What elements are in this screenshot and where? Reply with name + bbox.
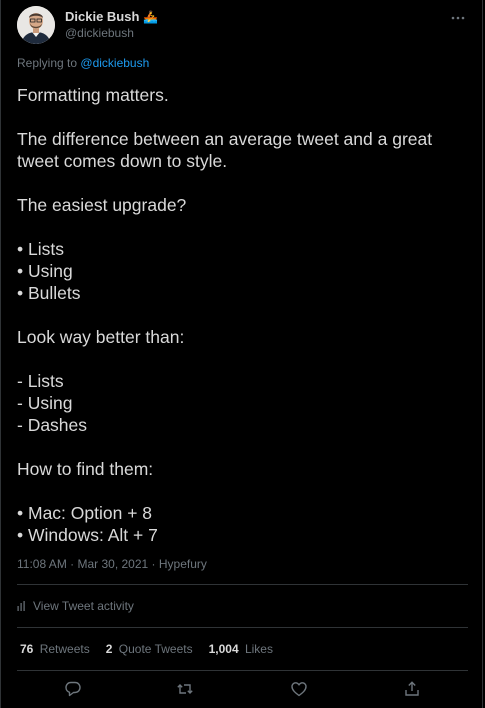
replying-to-label: Replying to	[17, 56, 78, 70]
display-name[interactable]: Dickie Bush 🚣	[65, 9, 158, 25]
tweet-line: The difference between an average tweet …	[17, 129, 433, 149]
quote-tweets-stat[interactable]: 2 Quote Tweets	[106, 642, 193, 656]
tweet-line: - Dashes	[17, 415, 88, 435]
analytics-icon	[17, 601, 25, 611]
replying-to-link[interactable]: @dickiebush	[80, 56, 149, 70]
view-tweet-activity[interactable]: View Tweet activity	[17, 599, 134, 613]
retweets-stat[interactable]: 76 Retweets	[20, 642, 90, 656]
view-tweet-activity-label[interactable]: View Tweet activity	[33, 599, 134, 613]
avatar[interactable]	[17, 6, 55, 44]
retweets-label: Retweets	[39, 642, 90, 656]
tweet-line: - Lists	[17, 371, 64, 391]
more-options-icon[interactable]	[450, 10, 466, 20]
tweet-actions	[17, 680, 468, 700]
tweet-line: Look way better than:	[17, 327, 185, 347]
tweet-text: Formatting matters. The difference betwee…	[17, 84, 472, 546]
divider	[17, 670, 468, 671]
like-heart-icon[interactable]	[290, 680, 308, 698]
likes-count: 1,004	[208, 642, 239, 656]
likes-label: Likes	[244, 642, 273, 656]
quote-tweets-label: Quote Tweets	[118, 642, 193, 656]
tweet-header: Dickie Bush 🚣 @dickiebush	[17, 6, 472, 46]
rowing-emoji-icon: 🚣	[143, 10, 159, 24]
user-handle[interactable]: @dickiebush	[65, 25, 158, 41]
tweet-line: • Windows: Alt + 7	[17, 525, 158, 545]
retweets-count: 76	[20, 642, 34, 656]
tweet-line: • Using	[17, 261, 73, 281]
tweet-line: - Using	[17, 393, 73, 413]
tweet-line: • Mac: Option + 8	[17, 503, 153, 523]
tweet-line: • Bullets	[17, 283, 81, 303]
author-block: Dickie Bush 🚣 @dickiebush	[65, 9, 158, 41]
divider	[17, 584, 468, 585]
reply-icon[interactable]	[64, 680, 82, 698]
share-icon[interactable]	[403, 680, 421, 698]
replying-to: Replying to @dickiebush	[17, 56, 149, 70]
quote-tweets-count: 2	[105, 642, 113, 656]
tweet-line: How to find them:	[17, 459, 154, 479]
tweet-line: The easiest upgrade?	[17, 195, 187, 215]
tweet-stats: 76 Retweets 2 Quote Tweets 1,004 Likes	[20, 642, 289, 656]
retweet-icon[interactable]	[176, 680, 194, 698]
tweet-timestamp[interactable]: 11:08 AM · Mar 30, 2021 · Hypefury	[17, 557, 207, 571]
likes-stat[interactable]: 1,004 Likes	[209, 642, 273, 656]
divider	[17, 627, 468, 628]
tweet-line: Formatting matters.	[17, 85, 169, 105]
tweet-line: tweet comes down to style.	[17, 151, 228, 171]
display-name-text[interactable]: Dickie Bush	[65, 9, 139, 25]
tweet-line: • Lists	[17, 239, 64, 259]
